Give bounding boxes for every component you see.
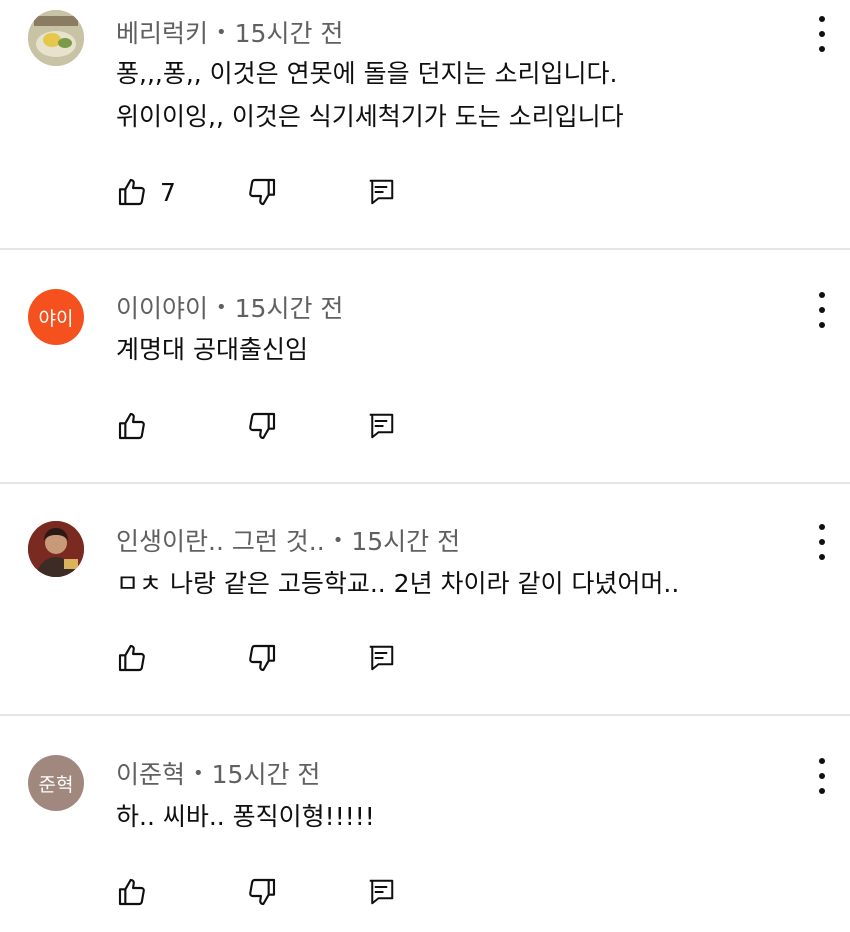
avatar-initials: 야이	[38, 307, 74, 330]
dislike-button[interactable]	[246, 406, 278, 446]
more-vert-icon[interactable]	[810, 758, 834, 794]
thumb-down-icon	[249, 412, 276, 440]
like-button[interactable]	[116, 872, 148, 912]
thumb-up-icon	[118, 412, 145, 440]
divider	[0, 482, 850, 484]
timestamp[interactable]: 15시간 전	[235, 289, 344, 325]
timestamp[interactable]: 15시간 전	[235, 14, 344, 50]
avatar-photo-icon	[28, 521, 84, 577]
reply-icon	[369, 179, 394, 205]
comment-text-line: 하.. 씨바.. 퐁직이형!!!!!	[116, 802, 375, 831]
divider	[0, 248, 850, 250]
avatar[interactable]	[28, 10, 84, 66]
like-button[interactable]: 7	[116, 172, 176, 212]
more-vert-icon[interactable]	[810, 524, 834, 560]
like-button[interactable]	[116, 406, 148, 446]
reply-button[interactable]	[366, 406, 396, 446]
comment-text-line: 계명대 공대출신임	[116, 335, 308, 364]
separator-dot: •	[216, 296, 227, 318]
like-button[interactable]	[116, 638, 148, 678]
like-count: 7	[160, 177, 176, 207]
reply-icon	[369, 879, 394, 905]
thumb-up-icon	[118, 178, 145, 206]
comment-text-line: ㅁㅊ 나랑 같은 고등학교.. 2년 차이라 같이 다녔어머..	[116, 569, 680, 598]
dislike-button[interactable]	[246, 638, 278, 678]
thumb-down-icon	[249, 178, 276, 206]
dislike-button[interactable]	[246, 872, 278, 912]
reply-icon	[369, 645, 394, 671]
reply-button[interactable]	[366, 638, 396, 678]
avatar-photo-icon	[28, 10, 84, 66]
dislike-button[interactable]	[246, 172, 278, 212]
comment-meta: 인생이란.. 그런 것.. • 15시간 전	[116, 522, 460, 558]
avatar-initials: 준혁	[38, 773, 74, 796]
thumb-up-icon	[118, 644, 145, 672]
thumb-down-icon	[249, 644, 276, 672]
avatar[interactable]	[28, 521, 84, 577]
author-name[interactable]: 인생이란.. 그런 것..	[116, 522, 325, 558]
reply-icon	[369, 413, 394, 439]
author-name[interactable]: 이이야이	[116, 289, 208, 325]
reply-button[interactable]	[366, 172, 396, 212]
timestamp[interactable]: 15시간 전	[212, 755, 321, 791]
author-name[interactable]: 베리럭키	[116, 14, 208, 50]
separator-dot: •	[332, 529, 344, 551]
more-vert-icon[interactable]	[810, 292, 834, 328]
reply-button[interactable]	[366, 872, 396, 912]
thumb-down-icon	[249, 878, 276, 906]
more-vert-icon[interactable]	[810, 16, 834, 52]
comment-meta: 이이야이 • 15시간 전	[116, 289, 343, 325]
comment-text-line: 위이이잉,, 이것은 식기세척기가 도는 소리입니다	[116, 102, 624, 131]
avatar[interactable]: 준혁	[28, 755, 84, 811]
author-name[interactable]: 이준혁	[116, 755, 185, 791]
divider	[0, 714, 850, 716]
avatar[interactable]: 야이	[28, 289, 84, 345]
comment-meta: 이준혁 • 15시간 전	[116, 755, 320, 791]
comment-text-line: 퐁,,,퐁,, 이것은 연못에 돌을 던지는 소리입니다.	[116, 59, 618, 88]
thumb-up-icon	[118, 878, 145, 906]
comment-meta: 베리럭키 • 15시간 전	[116, 14, 343, 50]
separator-dot: •	[216, 21, 227, 43]
timestamp[interactable]: 15시간 전	[351, 522, 460, 558]
separator-dot: •	[193, 762, 204, 784]
